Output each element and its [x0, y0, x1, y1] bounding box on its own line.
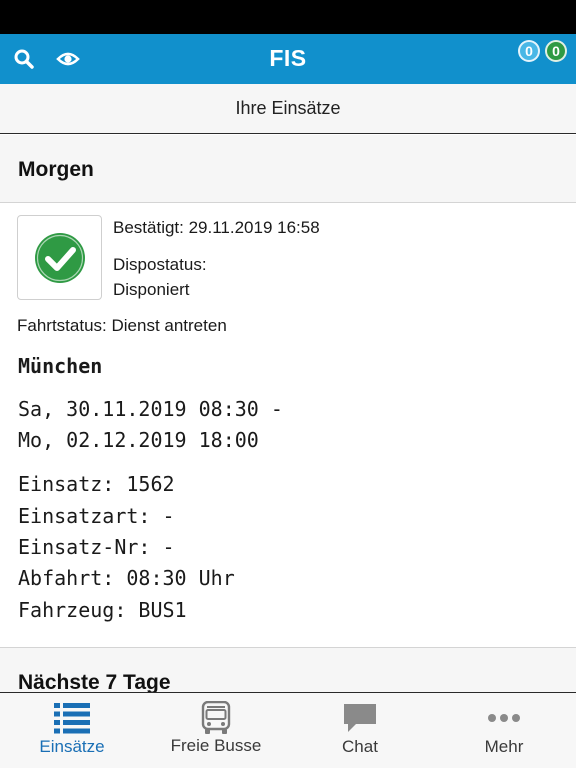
tab-freie-busse[interactable]: Freie Busse [144, 693, 288, 768]
tab-einsaetze[interactable]: Einsätze [0, 693, 144, 768]
notification-badge-green[interactable]: 0 [545, 40, 567, 62]
status-icon-box [17, 215, 102, 300]
vehicle: Fahrzeug: BUS1 [18, 598, 187, 622]
section-title-morgen: Morgen [18, 158, 94, 181]
bottom-tab-bar: Einsätze Freie Busse Chat Mehr [0, 692, 576, 768]
page-title: Ihre Einsätze [0, 84, 576, 134]
check-circle-icon [34, 232, 85, 283]
app-bar: FIS 0 0 [0, 34, 576, 84]
tab-chat[interactable]: Chat [288, 693, 432, 768]
assignment-card[interactable]: Bestätigt: 29.11.2019 16:58 Dispostatus:… [0, 204, 576, 647]
city-name: München [18, 354, 103, 378]
departure-time: Abfahrt: 08:30 Uhr [18, 566, 235, 590]
dispo-status-label: Dispostatus: [113, 255, 207, 274]
more-icon [488, 714, 520, 722]
einsatz-number: Einsatz: 1562 [18, 472, 175, 496]
tab-label-chat: Chat [342, 737, 378, 756]
status-bar [0, 0, 576, 34]
notification-badge-blue[interactable]: 0 [518, 40, 540, 62]
tab-label-freie-busse: Freie Busse [170, 736, 262, 755]
date-range-end: Mo, 02.12.2019 18:00 [18, 428, 259, 452]
chat-icon [344, 704, 376, 732]
einsatz-type: Einsatzart: - [18, 504, 175, 528]
app-title: FIS [269, 45, 307, 71]
tab-label-mehr: Mehr [484, 737, 524, 756]
section-header-morgen: Morgen [0, 135, 576, 203]
tab-label-einsaetze: Einsätze [39, 737, 105, 756]
bus-icon [201, 701, 231, 734]
date-range-start: Sa, 30.11.2019 08:30 - [18, 397, 283, 421]
trip-status: Fahrtstatus: Dienst antreten [17, 316, 227, 335]
list-icon [54, 703, 90, 734]
dispo-status-value: Disponiert [113, 280, 190, 299]
tab-mehr[interactable]: Mehr [432, 693, 576, 768]
einsatz-nr: Einsatz-Nr: - [18, 535, 175, 559]
confirmed-text: Bestätigt: 29.11.2019 16:58 [113, 218, 320, 237]
